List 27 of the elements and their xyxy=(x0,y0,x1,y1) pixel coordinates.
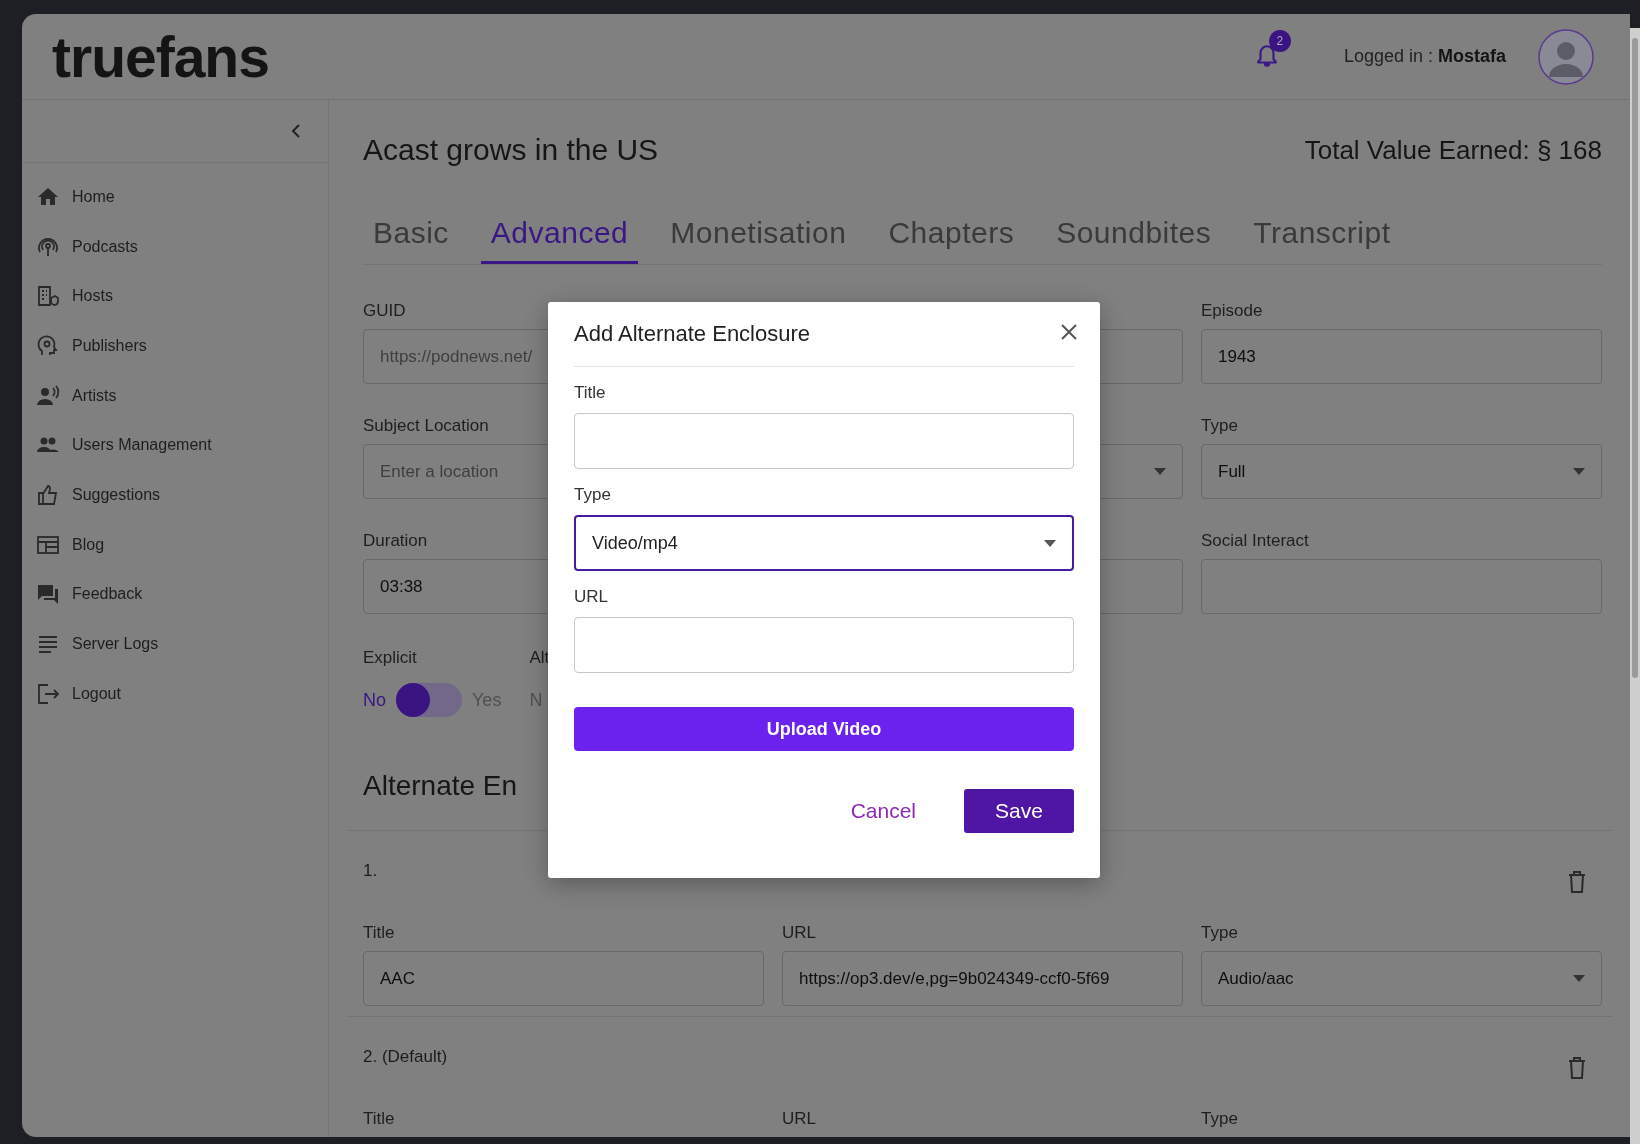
field-label: Social Interact xyxy=(1201,531,1309,551)
field-label: Type xyxy=(574,485,612,505)
field-label: Type xyxy=(1201,416,1238,436)
field-label: Type xyxy=(1201,1109,1238,1129)
field-label: Duration xyxy=(363,531,428,551)
dialog-title: Add Alternate Enclosure xyxy=(574,321,811,347)
field-label: Episode xyxy=(1201,301,1263,321)
login-status: Logged in : Mostafa xyxy=(1343,46,1506,67)
field-label: Alt xyxy=(529,648,550,668)
field-label: URL xyxy=(574,587,609,607)
field-label: URL xyxy=(782,1109,816,1129)
field-label: URL xyxy=(782,923,816,943)
notification-badge: 2 xyxy=(1268,29,1291,52)
field-label: Subject Location xyxy=(363,416,489,436)
enclosure-number: 2. (Default) xyxy=(363,1047,448,1067)
field-label: Title xyxy=(574,383,607,403)
total-value-earned: Total Value Earned: § 168 xyxy=(1304,134,1602,166)
field-label: GUID xyxy=(363,301,406,321)
field-label: Title xyxy=(363,923,395,943)
toggle-label: No xyxy=(363,689,386,711)
section-title: Alternate En xyxy=(363,770,518,803)
field-label: Type xyxy=(1201,923,1238,943)
field-label: Title xyxy=(363,1109,395,1129)
enclosure-number: 1. xyxy=(363,861,378,881)
logo: truefans xyxy=(52,23,269,90)
field-label: Explicit xyxy=(363,648,418,668)
page-title: Acast grows in the US xyxy=(363,133,659,167)
